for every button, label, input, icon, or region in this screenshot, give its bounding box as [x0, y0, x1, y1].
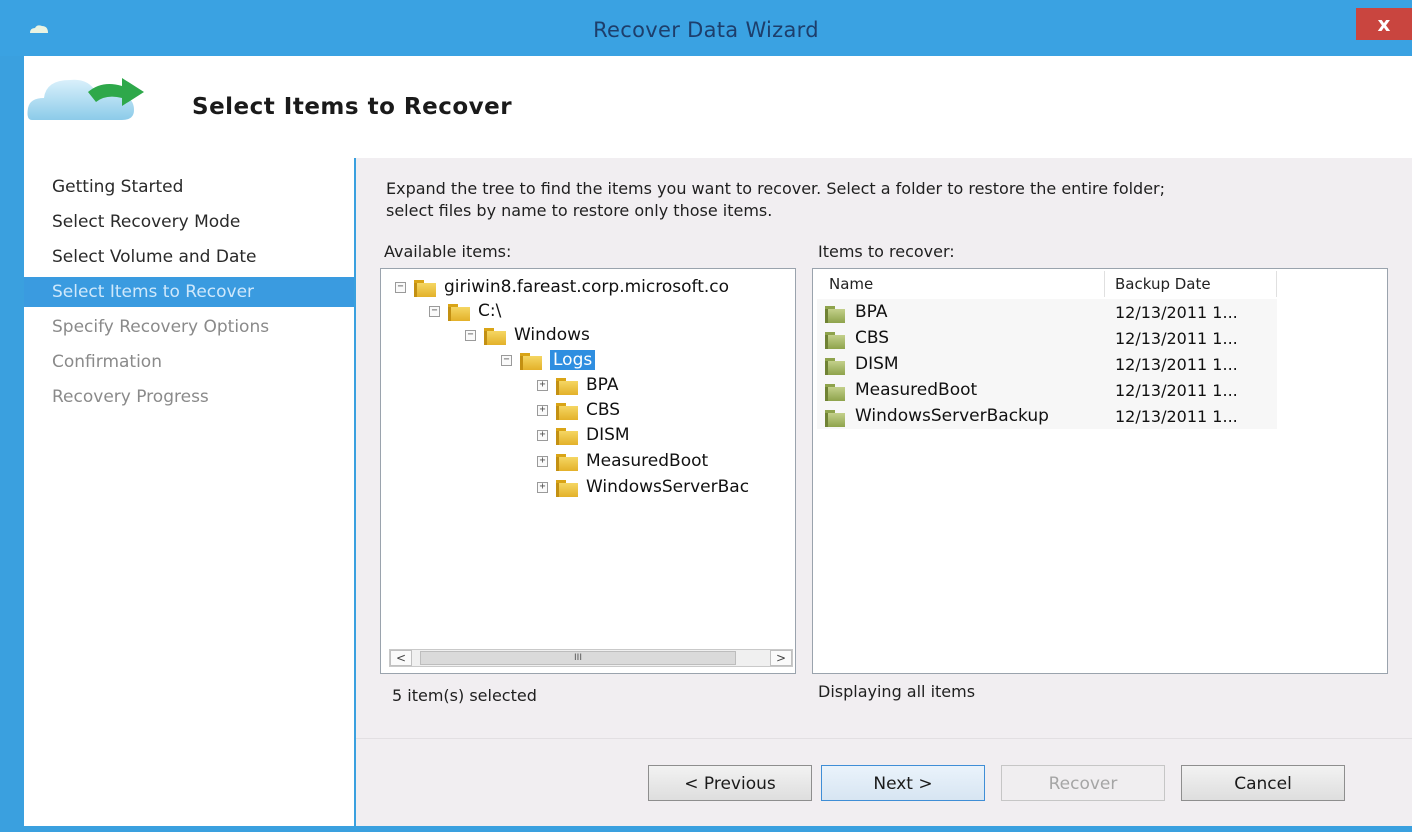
- instructions-line-1: Expand the tree to find the items you wa…: [386, 179, 1166, 198]
- item-name: WindowsServerBackup: [855, 406, 1049, 426]
- items-to-recover-list[interactable]: Name Backup Date BPA 12/13/2011 1... CBS…: [812, 268, 1388, 674]
- tree-node-label-selected[interactable]: Logs: [550, 350, 596, 370]
- folder-icon: [520, 350, 542, 370]
- tree-node-label[interactable]: BPA: [586, 375, 618, 395]
- tree-node-label[interactable]: MeasuredBoot: [586, 451, 708, 471]
- item-backup-date: 12/13/2011 1...: [1115, 328, 1238, 348]
- item-name: MeasuredBoot: [855, 380, 978, 400]
- wizard-header: Select Items to Recover: [24, 56, 1412, 158]
- close-button[interactable]: x: [1356, 8, 1412, 40]
- tree-node-root[interactable]: − giriwin8.fareast.corp.microsoft.co: [395, 275, 729, 299]
- step-confirmation: Confirmation: [52, 352, 162, 372]
- tree-node-label[interactable]: giriwin8.fareast.corp.microsoft.co: [444, 277, 729, 297]
- tree-node-bpa[interactable]: + BPA: [537, 373, 618, 397]
- wizard-window: Recover Data Wizard x Select Items to Re…: [0, 0, 1412, 832]
- tree-node-label[interactable]: CBS: [586, 400, 620, 420]
- step-specify-recovery-options: Specify Recovery Options: [52, 317, 270, 337]
- selection-count: 5 item(s) selected: [392, 686, 537, 705]
- list-item[interactable]: WindowsServerBackup 12/13/2011 1...: [817, 403, 1277, 429]
- divider: [356, 738, 1412, 739]
- wizard-content: Expand the tree to find the items you wa…: [356, 158, 1412, 826]
- expand-icon[interactable]: +: [537, 455, 548, 467]
- folder-icon: [825, 381, 845, 401]
- item-name: BPA: [855, 302, 888, 322]
- step-getting-started[interactable]: Getting Started: [24, 172, 354, 207]
- list-item[interactable]: CBS 12/13/2011 1...: [817, 325, 1277, 351]
- step-select-volume-and-date[interactable]: Select Volume and Date: [24, 242, 354, 277]
- tree-node-windowsserverbackup[interactable]: + WindowsServerBac: [537, 475, 749, 499]
- tree-node-label[interactable]: WindowsServerBac: [586, 477, 749, 497]
- item-backup-date: 12/13/2011 1...: [1115, 406, 1238, 426]
- window-title: Recover Data Wizard: [593, 18, 819, 42]
- tree-node-label[interactable]: C:\: [478, 301, 501, 321]
- item-backup-date: 12/13/2011 1...: [1115, 302, 1238, 322]
- tree-node-label[interactable]: DISM: [586, 425, 630, 445]
- horizontal-scrollbar[interactable]: < III >: [389, 649, 793, 667]
- tree-node-logs[interactable]: − Logs: [501, 348, 596, 372]
- list-status: Displaying all items: [818, 682, 976, 701]
- item-name: CBS: [855, 328, 890, 348]
- folder-icon: [556, 400, 578, 420]
- expand-icon[interactable]: +: [537, 379, 548, 391]
- previous-button[interactable]: < Previous: [648, 765, 812, 801]
- folder-icon: [414, 277, 436, 297]
- available-items-label: Available items:: [384, 242, 512, 261]
- available-items-tree[interactable]: − giriwin8.fareast.corp.microsoft.co − C…: [380, 268, 796, 674]
- scroll-thumb[interactable]: III: [420, 651, 736, 665]
- instructions-line-2: select files by name to restore only tho…: [386, 201, 773, 220]
- folder-icon: [556, 477, 578, 497]
- folder-icon: [556, 375, 578, 395]
- column-header-backup-date[interactable]: Backup Date: [1105, 271, 1277, 297]
- collapse-icon[interactable]: −: [429, 305, 440, 317]
- scroll-right-button[interactable]: >: [770, 650, 792, 666]
- item-backup-date: 12/13/2011 1...: [1115, 380, 1238, 400]
- column-header-name[interactable]: Name: [817, 271, 1105, 297]
- folder-icon: [448, 301, 470, 321]
- expand-icon[interactable]: +: [537, 404, 548, 416]
- tree-node-label[interactable]: Windows: [514, 325, 590, 345]
- cancel-button[interactable]: Cancel: [1181, 765, 1345, 801]
- tree-node-drive[interactable]: − C:\: [429, 299, 501, 323]
- tree-node-dism[interactable]: + DISM: [537, 423, 630, 447]
- step-select-recovery-mode[interactable]: Select Recovery Mode: [24, 207, 354, 242]
- step-recovery-progress: Recovery Progress: [52, 387, 209, 407]
- expand-icon[interactable]: +: [537, 481, 548, 493]
- expand-icon[interactable]: +: [537, 429, 548, 441]
- folder-icon: [484, 325, 506, 345]
- page-title: Select Items to Recover: [192, 94, 513, 120]
- collapse-icon[interactable]: −: [395, 281, 406, 293]
- folder-icon: [825, 407, 845, 427]
- tree-node-cbs[interactable]: + CBS: [537, 398, 620, 422]
- list-item[interactable]: BPA 12/13/2011 1...: [817, 299, 1277, 325]
- step-select-items-to-recover[interactable]: Select Items to Recover: [24, 277, 354, 307]
- item-backup-date: 12/13/2011 1...: [1115, 354, 1238, 374]
- collapse-icon[interactable]: −: [465, 329, 476, 341]
- folder-icon: [825, 329, 845, 349]
- folder-icon: [556, 451, 578, 471]
- tree-node-windows[interactable]: − Windows: [465, 323, 590, 347]
- folder-icon: [556, 425, 578, 445]
- items-to-recover-label: Items to recover:: [818, 242, 955, 261]
- folder-icon: [825, 355, 845, 375]
- tree-node-measuredboot[interactable]: + MeasuredBoot: [537, 449, 708, 473]
- folder-icon: [825, 303, 845, 323]
- wizard-steps: Getting Started Select Recovery Mode Sel…: [24, 158, 354, 826]
- collapse-icon[interactable]: −: [501, 354, 512, 366]
- item-name: DISM: [855, 354, 899, 374]
- list-item[interactable]: DISM 12/13/2011 1...: [817, 351, 1277, 377]
- instructions: Expand the tree to find the items you wa…: [386, 178, 1386, 222]
- list-header: Name Backup Date: [817, 271, 1277, 297]
- cloud-recover-icon: [27, 78, 144, 120]
- next-button[interactable]: Next >: [821, 765, 985, 801]
- list-item[interactable]: MeasuredBoot 12/13/2011 1...: [817, 377, 1277, 403]
- title-bar[interactable]: Recover Data Wizard x: [0, 0, 1412, 56]
- recover-button: Recover: [1001, 765, 1165, 801]
- scroll-left-button[interactable]: <: [390, 650, 412, 666]
